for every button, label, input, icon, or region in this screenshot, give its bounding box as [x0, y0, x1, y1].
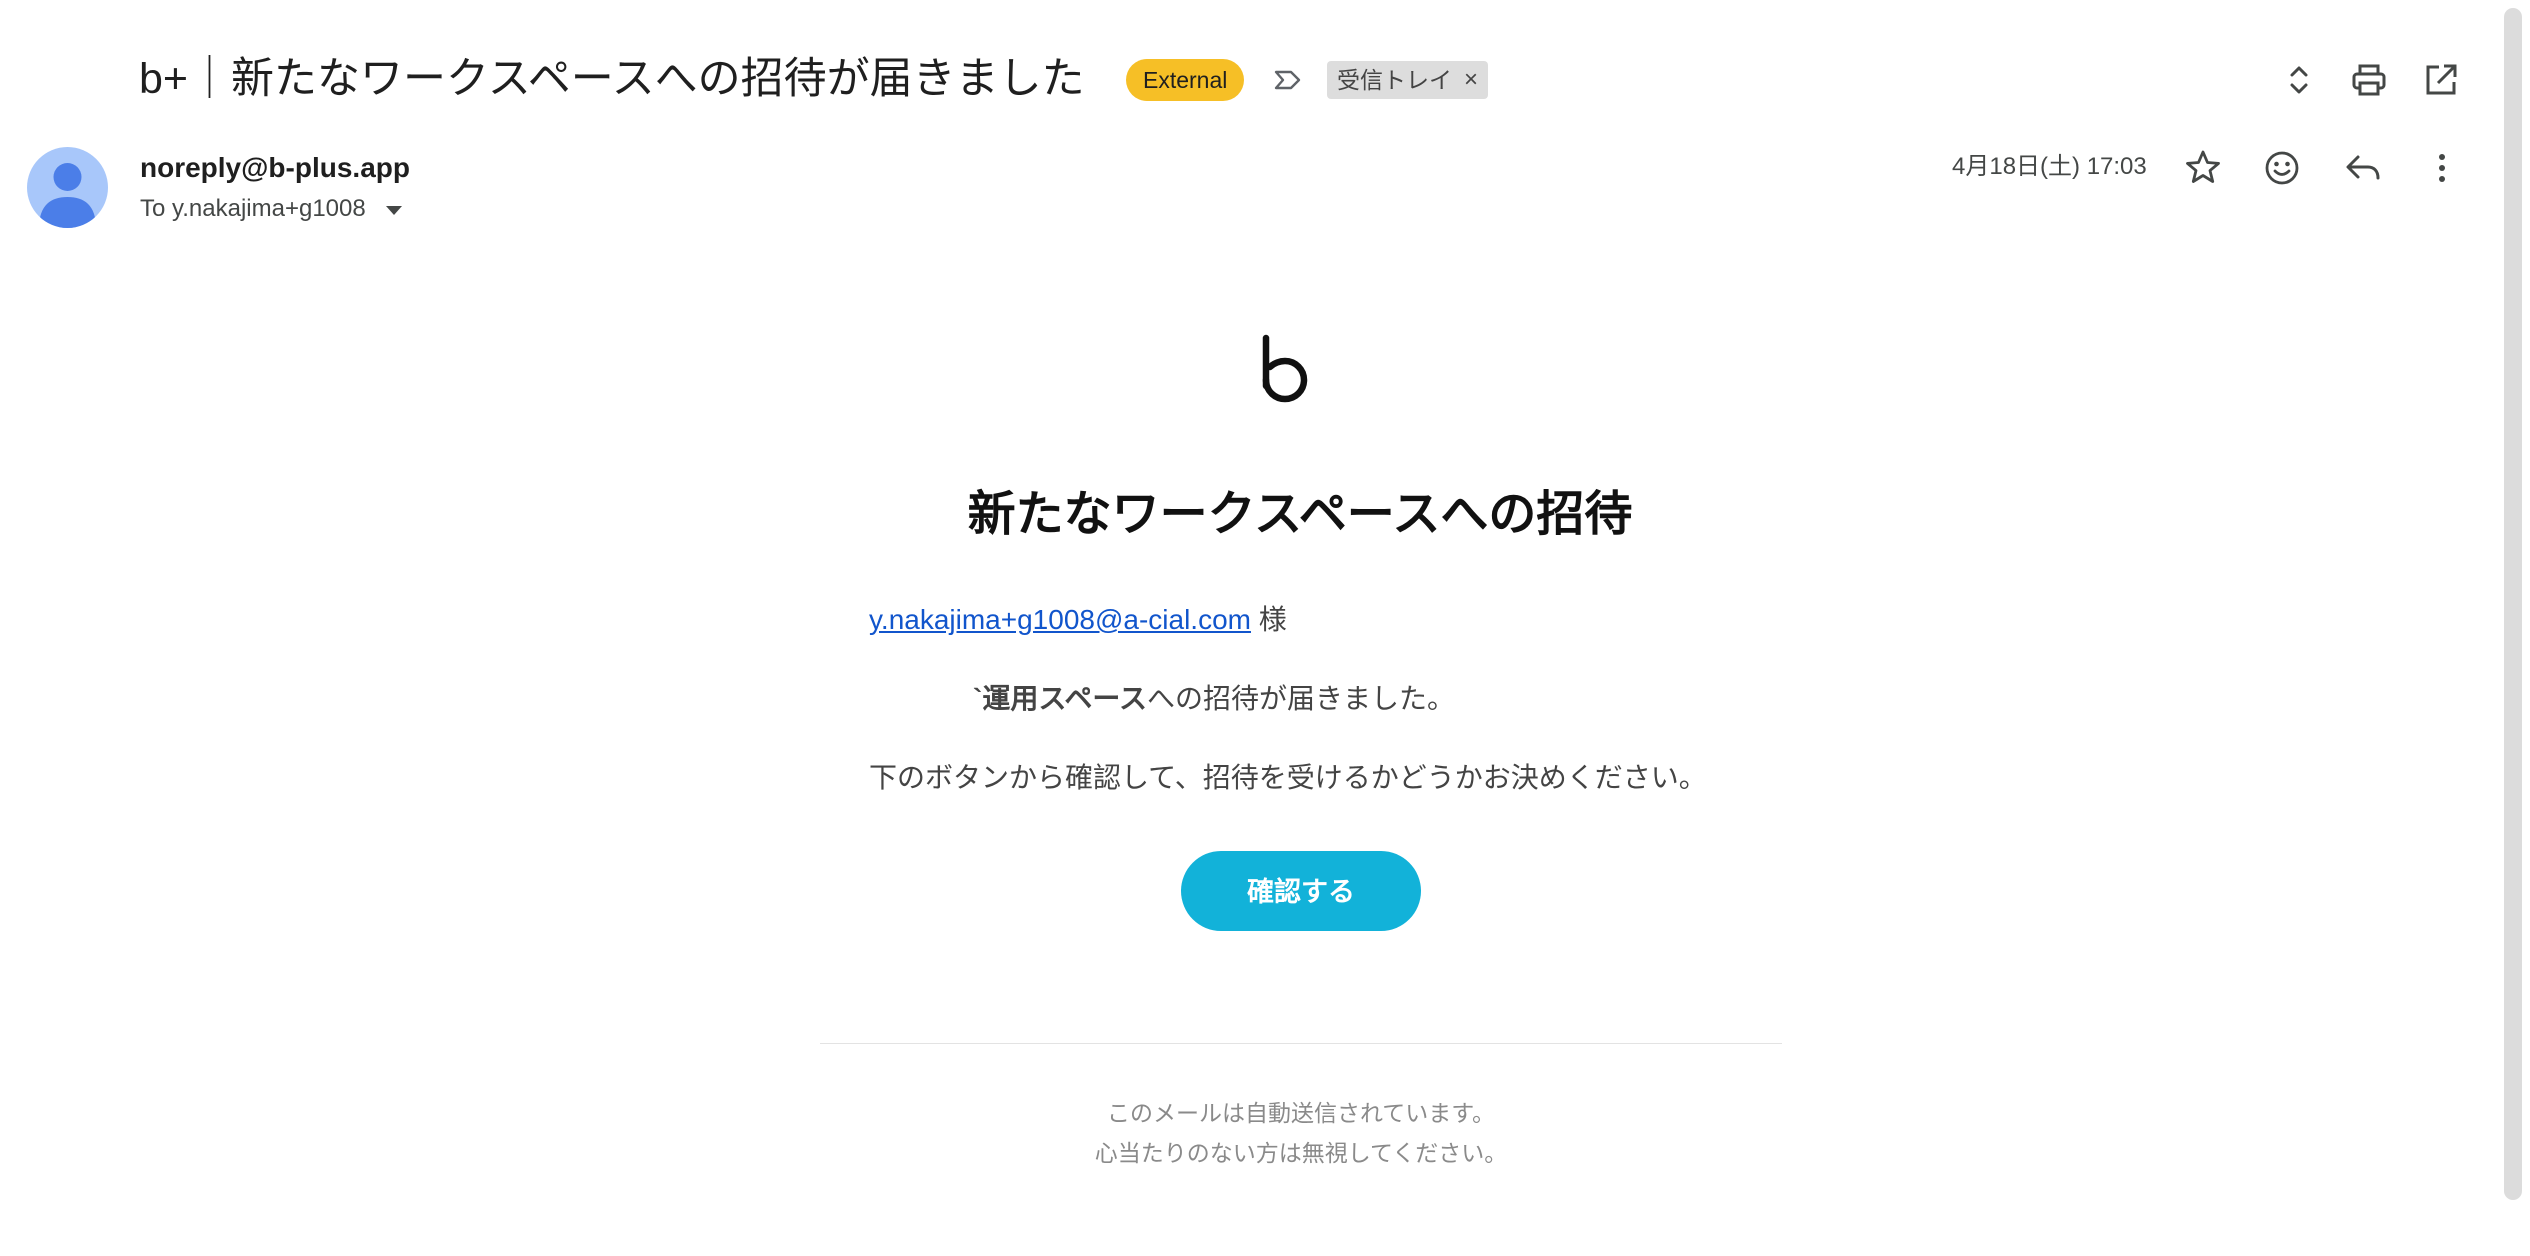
- recipient-email-link[interactable]: y.nakajima+g1008@a-cial.com: [869, 604, 1251, 635]
- recipient-greeting: y.nakajima+g1008@a-cial.com 様: [869, 600, 1287, 640]
- star-icon[interactable]: [2182, 147, 2224, 189]
- email-subject: b+｜新たなワークスペースへの招待が届きました: [139, 55, 1085, 103]
- email-date: 4月18日(土) 17:03: [1952, 153, 2147, 180]
- importance-marker-icon[interactable]: [1272, 64, 1304, 96]
- instructions-text: 下のボタンから確認して、招待を受けるかどうかお決めください。: [869, 762, 1707, 793]
- bplus-logo: [1258, 320, 1344, 410]
- footer-line-auto-sent: このメールは自動送信されています。: [1106, 1100, 1495, 1126]
- workspace-name: 運用スペース: [982, 683, 1147, 714]
- label-chip-text: 受信トレイ: [1337, 67, 1452, 93]
- email-heading: 新たなワークスペースへの招待: [967, 488, 1633, 541]
- confirm-button[interactable]: 確認する: [1181, 851, 1421, 931]
- more-vert-icon[interactable]: [2421, 147, 2463, 189]
- footer-divider: [820, 1043, 1782, 1044]
- reply-icon[interactable]: [2342, 147, 2384, 189]
- open-in-new-window-icon[interactable]: [2421, 60, 2461, 100]
- honorific: 様: [1250, 604, 1287, 635]
- remove-label-button[interactable]: ×: [1464, 61, 1478, 99]
- expand-collapse-icon[interactable]: [2279, 60, 2319, 100]
- sender-avatar[interactable]: [27, 147, 108, 228]
- recipient-line: To y.nakajima+g1008: [140, 195, 366, 222]
- label-chip-inbox: 受信トレイ ×: [1327, 61, 1489, 99]
- emoji-reaction-icon[interactable]: [2261, 147, 2303, 189]
- sender-address[interactable]: noreply@b-plus.app: [140, 148, 410, 188]
- chevron-down-icon[interactable]: [385, 206, 402, 215]
- workspace-prefix: `: [973, 683, 983, 714]
- invite-message: `運用スペースへの招待が届きました。: [973, 679, 1455, 719]
- recipient-details-toggle[interactable]: To y.nakajima+g1008: [140, 193, 402, 225]
- scrollbar-thumb[interactable]: [2504, 8, 2522, 1200]
- invite-text: への招待が届きました。: [1146, 683, 1455, 714]
- print-icon[interactable]: [2349, 60, 2389, 100]
- external-badge: External: [1126, 59, 1245, 101]
- footer-line-ignore: 心当たりのない方は無視してください。: [1094, 1140, 1508, 1166]
